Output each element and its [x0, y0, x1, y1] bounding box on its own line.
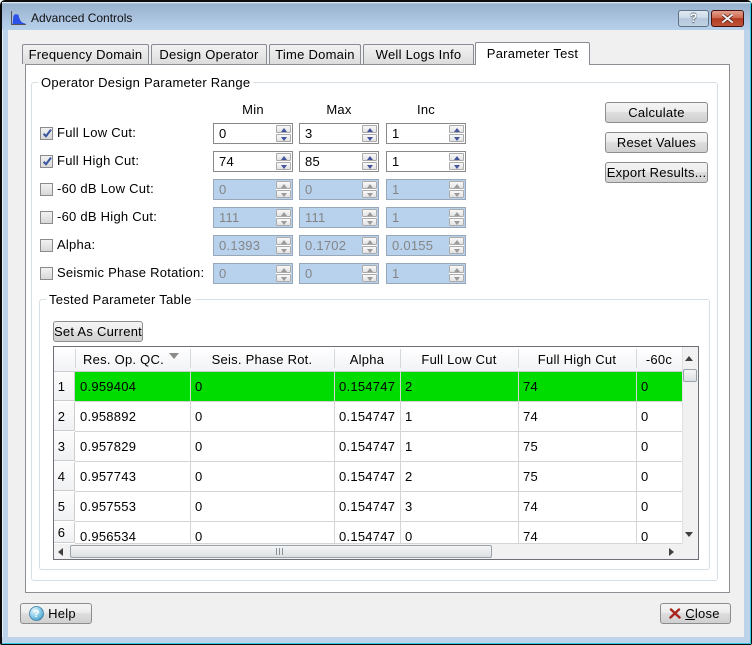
svg-text:?: ?	[33, 609, 39, 620]
